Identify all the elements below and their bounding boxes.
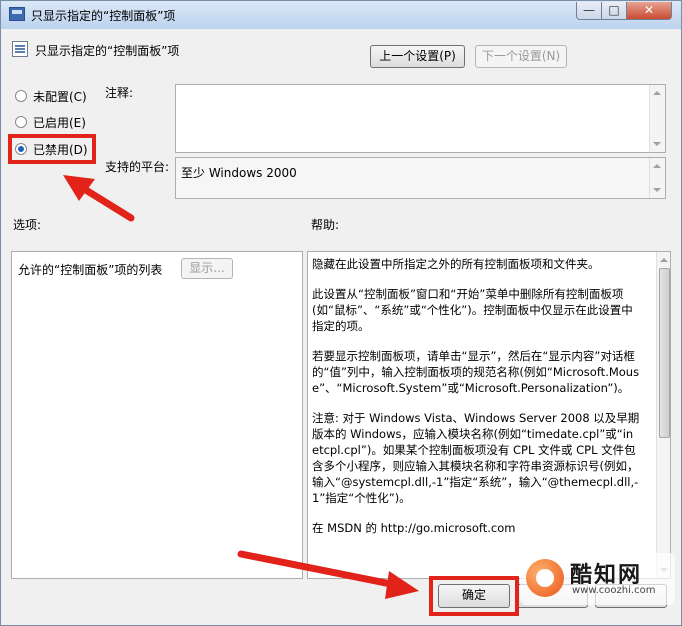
annotation-arrows <box>63 175 419 599</box>
watermark: 酷知网 www.coozhi.com <box>520 553 675 605</box>
watermark-logo-icon <box>526 559 564 597</box>
policy-dialog-window: 只显示指定的“控制面板”项 — □ ✕ 只显示指定的“控制面板”项 上一个设置(… <box>0 0 682 626</box>
annotation-arrow-lower <box>237 550 419 599</box>
watermark-url: www.coozhi.com <box>572 585 656 596</box>
annotation-arrow-upper <box>63 175 135 222</box>
